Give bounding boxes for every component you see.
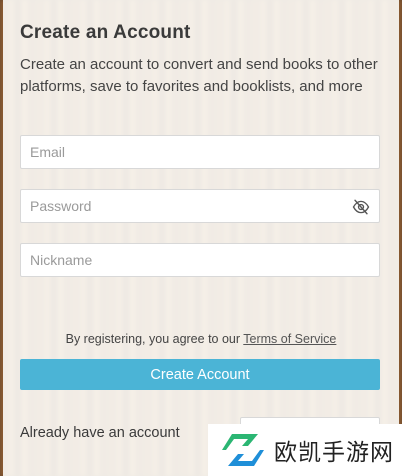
terms-prefix: By registering, you agree to our [65,332,244,346]
signup-description: Create an account to convert and send bo… [20,56,378,95]
terms-notice: By registering, you agree to our Terms o… [0,332,402,346]
terms-of-service-link[interactable]: Terms of Service [243,332,336,346]
nickname-field[interactable] [21,244,379,276]
watermark-logo-icon [222,434,264,466]
eye-slash-icon[interactable] [352,198,370,216]
email-field[interactable] [21,136,379,168]
watermark: 欧凯手游网 [208,424,402,476]
already-have-account-label: Already have an account [20,425,180,441]
password-field[interactable] [21,190,379,222]
nickname-field-wrapper [20,243,380,277]
watermark-text: 欧凯手游网 [274,440,394,466]
create-account-button[interactable]: Create Account [20,359,380,390]
email-field-wrapper [20,135,380,169]
page-title: Create an Account [20,22,191,43]
password-field-wrapper [20,189,380,223]
